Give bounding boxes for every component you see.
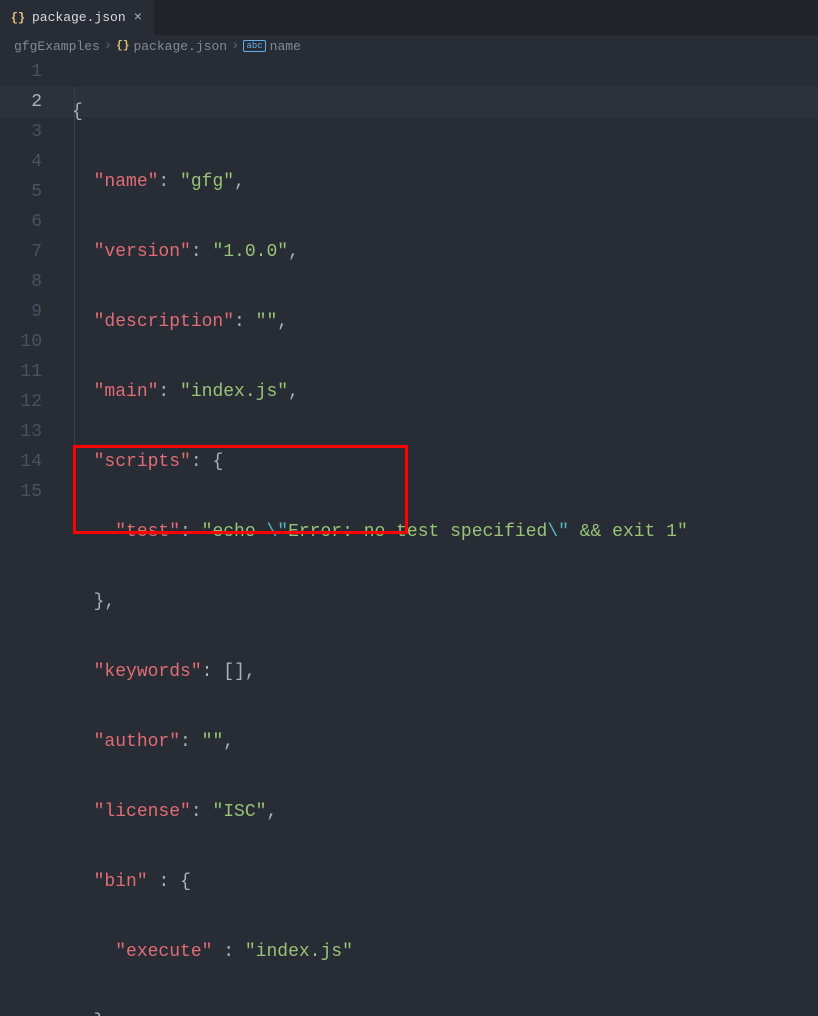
code-line: "main": "index.js", — [72, 377, 688, 407]
line-number: 14 — [0, 447, 60, 477]
breadcrumb: gfgExamples › {} package.json › abc name — [0, 35, 818, 57]
code-line: } — [72, 1007, 688, 1016]
close-icon[interactable]: × — [132, 10, 144, 26]
line-number: 13 — [0, 417, 60, 447]
tab-bar: {} package.json × — [0, 0, 818, 35]
code-line: }, — [72, 587, 688, 617]
breadcrumb-file[interactable]: {} package.json — [116, 39, 227, 54]
line-number: 4 — [0, 147, 60, 177]
code-line: "scripts": { — [72, 447, 688, 477]
code-line: "name": "gfg", — [72, 167, 688, 197]
breadcrumb-folder[interactable]: gfgExamples — [14, 39, 100, 54]
code-line: "test": "echo \"Error: no test specified… — [72, 517, 688, 547]
line-number: 7 — [0, 237, 60, 267]
code-line: { — [72, 97, 688, 127]
chevron-right-icon: › — [231, 38, 239, 54]
line-gutter: 1 2 3 4 5 6 7 8 9 10 11 12 13 14 15 — [0, 57, 60, 507]
tab-filename: package.json — [32, 10, 126, 25]
line-number: 2 — [0, 87, 60, 117]
code-area[interactable]: { "name": "gfg", "version": "1.0.0", "de… — [72, 57, 688, 1016]
code-line: "version": "1.0.0", — [72, 237, 688, 267]
line-number: 11 — [0, 357, 60, 387]
json-file-icon: {} — [10, 10, 26, 26]
line-number: 12 — [0, 387, 60, 417]
code-line: "description": "", — [72, 307, 688, 337]
code-line: "bin" : { — [72, 867, 688, 897]
code-line: "license": "ISC", — [72, 797, 688, 827]
string-symbol-icon: abc — [243, 40, 265, 52]
code-line: "author": "", — [72, 727, 688, 757]
code-line: "keywords": [], — [72, 657, 688, 687]
line-number: 10 — [0, 327, 60, 357]
line-number: 9 — [0, 297, 60, 327]
json-file-icon: {} — [116, 40, 129, 52]
breadcrumb-symbol[interactable]: abc name — [243, 39, 300, 54]
line-number: 8 — [0, 267, 60, 297]
line-number: 15 — [0, 477, 60, 507]
line-number: 1 — [0, 57, 60, 87]
tab-package-json[interactable]: {} package.json × — [0, 0, 154, 35]
line-number: 3 — [0, 117, 60, 147]
code-line: "execute" : "index.js" — [72, 937, 688, 967]
code-editor[interactable]: 1 2 3 4 5 6 7 8 9 10 11 12 13 14 15 { "n… — [0, 57, 818, 508]
chevron-right-icon: › — [104, 38, 112, 54]
line-number: 6 — [0, 207, 60, 237]
line-number: 5 — [0, 177, 60, 207]
